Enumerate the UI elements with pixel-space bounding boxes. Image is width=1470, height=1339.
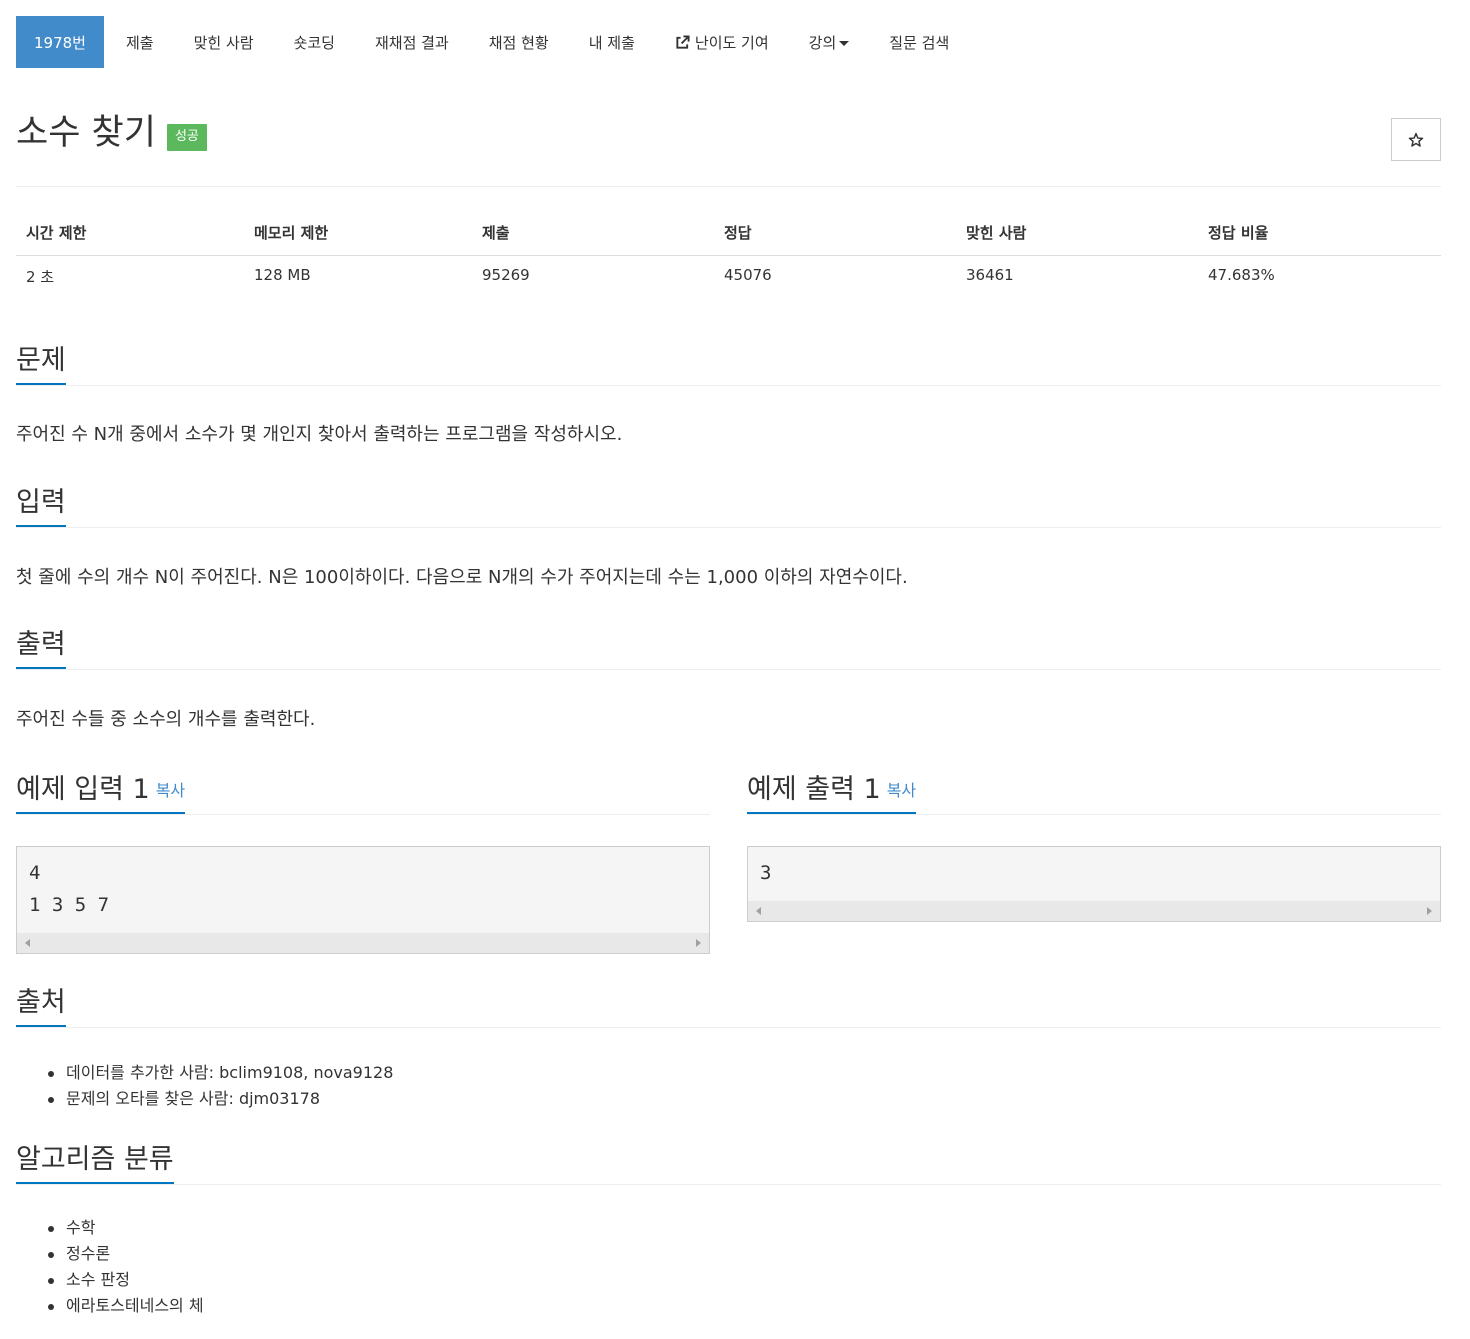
section-header: 예제 입력 1 복사 xyxy=(16,768,710,815)
section-header: 출력 xyxy=(16,623,1441,670)
sample-output-section: 예제 출력 1 복사 3 xyxy=(747,768,1441,922)
sample-input-line: 1 3 5 7 xyxy=(29,894,110,916)
tab-judge-status[interactable]: 채점 현황 xyxy=(469,16,569,68)
algorithm-tag-link[interactable]: 정수론 xyxy=(66,1244,110,1263)
source-list: 데이터를 추가한 사람: bclim9108, nova9128 문제의 오타를… xyxy=(16,1060,1441,1112)
section-heading: 예제 출력 1 복사 xyxy=(747,768,917,814)
column-header-accept-ratio: 정답 비율 xyxy=(1198,210,1441,256)
algorithm-tag-link[interactable]: 소수 판정 xyxy=(66,1270,130,1289)
section-heading: 문제 xyxy=(16,339,66,385)
problem-description-section: 문제 주어진 수 N개 중에서 소수가 몇 개인지 찾아서 출력하는 프로그램을… xyxy=(16,339,1441,447)
list-item: 정수론 xyxy=(16,1241,1441,1267)
tab-difficulty-contribution[interactable]: 난이도 기여 xyxy=(655,16,789,68)
tab-lectures-dropdown[interactable]: 강의 xyxy=(789,16,870,68)
source-item-label: 문제의 오타를 찾은 사람: xyxy=(66,1089,239,1108)
problem-info-table: 시간 제한 메모리 제한 제출 정답 맞힌 사람 정답 비율 2 초 128 M… xyxy=(16,210,1441,298)
tab-label: 내 제출 xyxy=(588,33,635,52)
source-item-label: 데이터를 추가한 사람: xyxy=(66,1063,220,1082)
external-link-icon xyxy=(676,34,690,49)
algorithm-section: 알고리즘 분류 수학 정수론 소수 판정 에라토스테네스의 체 xyxy=(16,1138,1441,1319)
input-description-text: 첫 줄에 수의 개수 N이 주어진다. N은 100이하이다. 다음으로 N개의… xyxy=(16,567,908,588)
scroll-left-arrow-icon[interactable] xyxy=(25,939,30,947)
list-item: 수학 xyxy=(16,1215,1441,1241)
tab-label: 채점 현황 xyxy=(488,33,549,52)
memory-limit-value: 128 MB xyxy=(254,265,311,284)
tab-label: 제출 xyxy=(125,33,154,52)
column-header-time-limit: 시간 제한 xyxy=(16,210,244,256)
output-description-text: 주어진 수들 중 소수의 개수를 출력한다. xyxy=(16,709,316,730)
tab-label: 재채점 결과 xyxy=(374,33,449,52)
algorithm-tag-link[interactable]: 수학 xyxy=(66,1218,95,1237)
section-header: 출처 xyxy=(16,981,1441,1028)
list-item: 문제의 오타를 찾은 사람: djm03178 xyxy=(16,1086,1441,1112)
list-item: 에라토스테네스의 체 xyxy=(16,1293,1441,1319)
tab-question-search[interactable]: 질문 검색 xyxy=(869,16,969,68)
copy-sample-output-link[interactable]: 복사 xyxy=(887,781,916,800)
copy-sample-input-link[interactable]: 복사 xyxy=(156,781,185,800)
source-section: 출처 데이터를 추가한 사람: bclim9108, nova9128 문제의 … xyxy=(16,981,1441,1112)
section-heading: 출처 xyxy=(16,981,66,1027)
section-header: 예제 출력 1 복사 xyxy=(747,768,1441,815)
section-heading: 예제 입력 1 복사 xyxy=(16,768,186,814)
star-icon xyxy=(1408,132,1424,147)
time-limit-value: 2 초 xyxy=(26,267,55,286)
column-header-accepted: 정답 xyxy=(714,210,956,256)
algorithm-tag-list: 수학 정수론 소수 판정 에라토스테네스의 체 xyxy=(16,1215,1441,1319)
submissions-value: 95269 xyxy=(482,265,530,284)
tab-label: 맞힌 사람 xyxy=(193,33,254,52)
problem-title-row: 소수 찾기 성공 xyxy=(16,112,207,154)
title-divider xyxy=(16,186,1441,187)
caret-down-icon xyxy=(839,40,850,46)
problem-description-text: 주어진 수 N개 중에서 소수가 몇 개인지 찾아서 출력하는 프로그램을 작성… xyxy=(16,424,623,445)
input-section: 입력 첫 줄에 수의 개수 N이 주어진다. N은 100이하이다. 다음으로 … xyxy=(16,481,1441,590)
tab-label: 강의 xyxy=(808,33,837,52)
sample-input-box[interactable]: 4 1 3 5 7 xyxy=(16,846,710,954)
status-badge: 성공 xyxy=(166,124,207,151)
tab-rejudge-result[interactable]: 재채점 결과 xyxy=(355,16,469,68)
tab-label: 난이도 기여 xyxy=(694,33,769,52)
sample-input-line: 4 xyxy=(29,862,41,884)
sample-input-heading: 예제 입력 1 xyxy=(16,774,150,805)
sample-output-line: 3 xyxy=(760,862,772,884)
column-header-memory-limit: 메모리 제한 xyxy=(244,210,472,256)
table-row: 2 초 128 MB 95269 45076 36461 47.683% xyxy=(16,255,1441,298)
horizontal-scrollbar[interactable] xyxy=(748,901,1440,921)
algorithm-tag-link[interactable]: 에라토스테네스의 체 xyxy=(66,1296,204,1315)
section-heading: 출력 xyxy=(16,623,66,669)
sample-input-section: 예제 입력 1 복사 4 1 3 5 7 xyxy=(16,768,710,954)
sample-output-box[interactable]: 3 xyxy=(747,846,1441,922)
section-header: 알고리즘 분류 xyxy=(16,1138,1441,1185)
tab-submit[interactable]: 제출 xyxy=(104,16,174,68)
solved-users-value: 36461 xyxy=(966,265,1014,284)
tab-my-submissions[interactable]: 내 제출 xyxy=(569,16,655,68)
section-header: 문제 xyxy=(16,339,1441,386)
table-header-row: 시간 제한 메모리 제한 제출 정답 맞힌 사람 정답 비율 xyxy=(16,210,1441,256)
accept-ratio-value: 47.683% xyxy=(1208,265,1275,284)
scroll-right-arrow-icon[interactable] xyxy=(1427,907,1432,915)
list-item: 소수 판정 xyxy=(16,1267,1441,1293)
tab-label: 질문 검색 xyxy=(889,33,950,52)
tab-problem[interactable]: 1978번 xyxy=(16,16,104,68)
column-header-solved-users: 맞힌 사람 xyxy=(956,210,1198,256)
page-title: 소수 찾기 xyxy=(16,113,156,153)
problem-menu-tabs: 1978번 제출 맞힌 사람 숏코딩 재채점 결과 채점 현황 내 제출 난이도… xyxy=(16,16,969,68)
column-header-submissions: 제출 xyxy=(472,210,714,256)
source-item-users[interactable]: bclim9108, nova9128 xyxy=(219,1063,393,1082)
tab-label: 1978번 xyxy=(34,33,86,52)
accepted-value: 45076 xyxy=(724,265,772,284)
tab-short-coding[interactable]: 숏코딩 xyxy=(274,16,355,68)
sample-output-heading: 예제 출력 1 xyxy=(747,774,881,805)
favorite-button[interactable] xyxy=(1391,118,1441,161)
tab-label: 숏코딩 xyxy=(293,33,335,52)
scroll-left-arrow-icon[interactable] xyxy=(756,907,761,915)
output-section: 출력 주어진 수들 중 소수의 개수를 출력한다. xyxy=(16,623,1441,732)
list-item: 데이터를 추가한 사람: bclim9108, nova9128 xyxy=(16,1060,1441,1086)
section-heading: 입력 xyxy=(16,481,66,527)
section-heading: 알고리즘 분류 xyxy=(16,1138,174,1184)
source-item-users[interactable]: djm03178 xyxy=(239,1089,320,1108)
section-header: 입력 xyxy=(16,481,1441,528)
scroll-right-arrow-icon[interactable] xyxy=(696,939,701,947)
horizontal-scrollbar[interactable] xyxy=(17,933,709,953)
tab-solved-users[interactable]: 맞힌 사람 xyxy=(174,16,274,68)
